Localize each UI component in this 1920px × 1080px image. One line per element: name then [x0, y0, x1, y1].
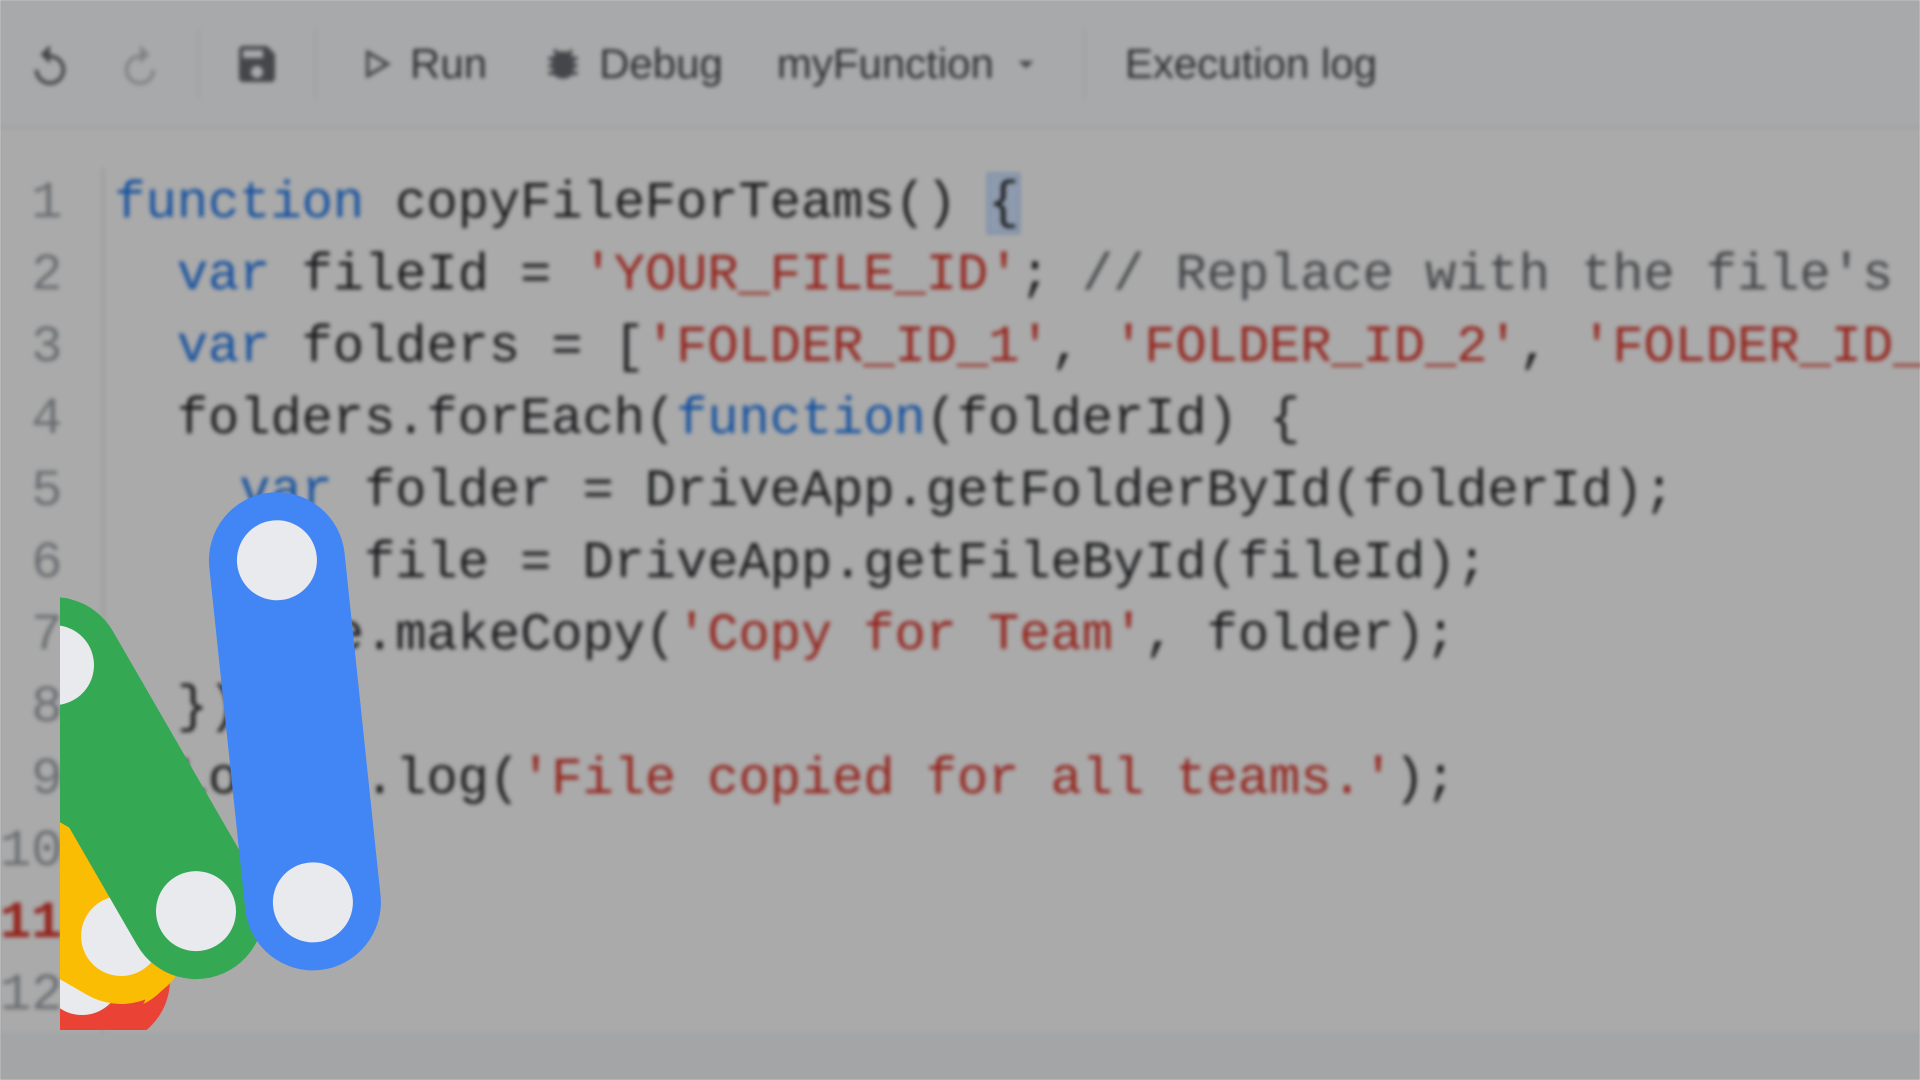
save-icon — [233, 40, 281, 88]
undo-button[interactable] — [10, 24, 90, 104]
code-line[interactable]: function copyFileForTeams() { — [114, 168, 1920, 240]
toolbar-divider — [315, 29, 316, 99]
line-number: 10 — [0, 816, 62, 888]
line-number: 4 — [0, 384, 62, 456]
function-selector-label: myFunction — [777, 40, 994, 88]
line-number: 9 — [0, 744, 62, 816]
line-number: 2 — [0, 240, 62, 312]
line-number: 3 — [0, 312, 62, 384]
run-button-label: Run — [410, 40, 487, 88]
line-number: 6 — [0, 528, 62, 600]
save-button[interactable] — [217, 24, 297, 104]
line-number: 8 — [0, 672, 62, 744]
code-line[interactable]: var folders = ['FOLDER_ID_1', 'FOLDER_ID… — [114, 312, 1920, 384]
execution-log-label: Execution log — [1125, 40, 1377, 88]
play-icon — [356, 44, 396, 84]
function-selector[interactable]: myFunction — [755, 24, 1066, 104]
toolbar-divider — [198, 29, 199, 99]
line-number: 12 — [0, 960, 62, 1032]
execution-log-button[interactable]: Execution log — [1103, 24, 1399, 104]
apps-script-logo-icon — [60, 470, 700, 1030]
redo-icon — [117, 41, 163, 87]
undo-icon — [27, 41, 73, 87]
redo-button[interactable] — [100, 24, 180, 104]
line-number: 7 — [0, 600, 62, 672]
toolbar: Run Debug myFunction Execution log — [0, 0, 1920, 128]
toolbar-divider — [1084, 29, 1085, 99]
line-number: 5 — [0, 456, 62, 528]
run-button[interactable]: Run — [334, 24, 509, 104]
code-line[interactable]: folders.forEach(function(folderId) { — [114, 384, 1920, 456]
debug-button[interactable]: Debug — [519, 24, 745, 104]
line-number: 1 — [0, 168, 62, 240]
chevron-down-icon — [1008, 46, 1044, 82]
line-number: 11 — [0, 888, 62, 960]
debug-button-label: Debug — [599, 40, 723, 88]
bug-icon — [541, 42, 585, 86]
code-line[interactable]: var fileId = 'YOUR_FILE_ID'; // Replace … — [114, 240, 1920, 312]
